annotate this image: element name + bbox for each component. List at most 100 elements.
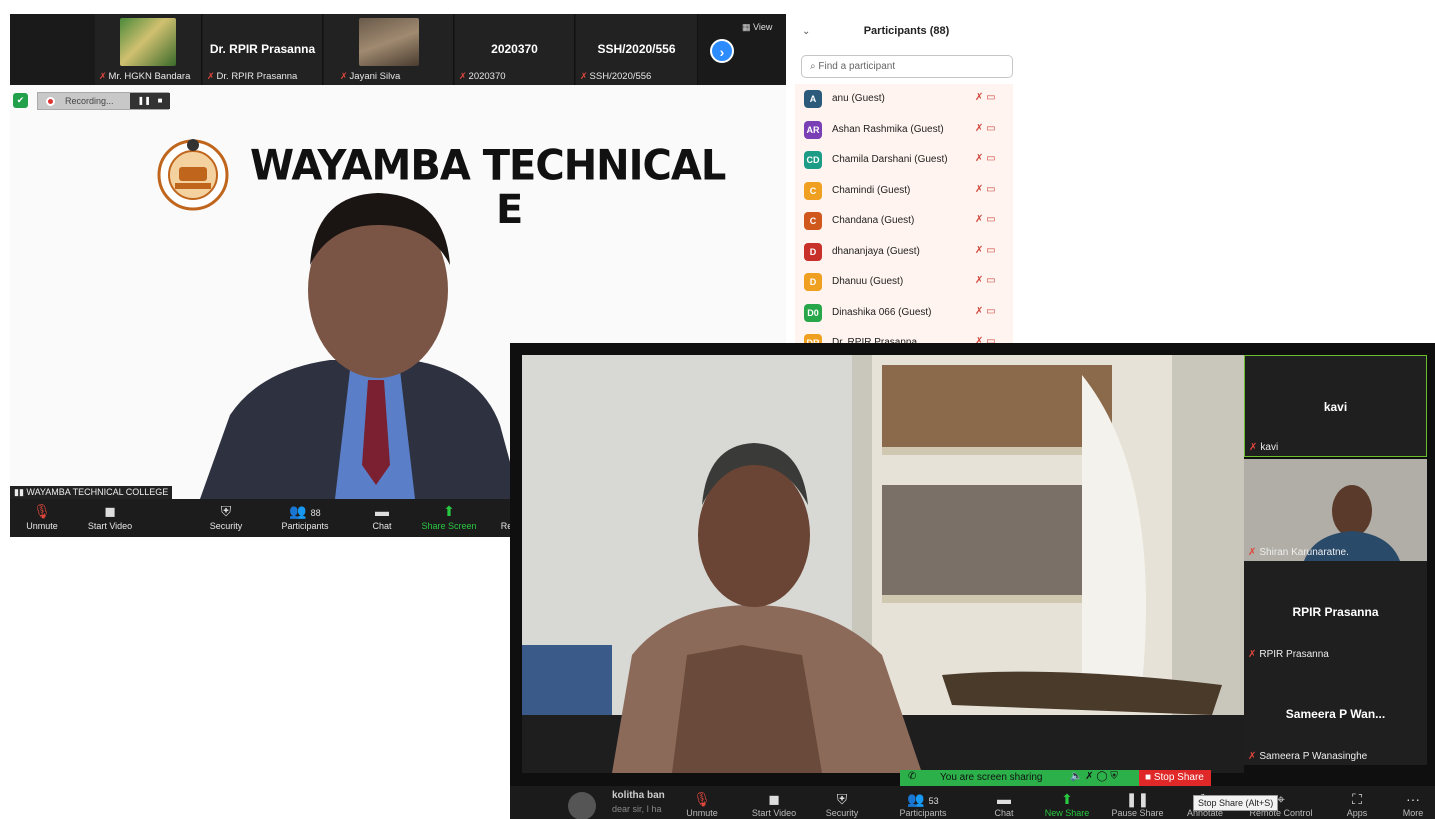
video-off-icon: ▭ (986, 153, 996, 164)
participant-name: Chamila Darshani (Guest) (832, 154, 948, 165)
view-button[interactable]: ▦ View (742, 22, 772, 33)
search-icon: ⌕ (810, 61, 816, 72)
participants-button[interactable]: 👥 53 Participants (896, 790, 950, 818)
participant-thumbnail (120, 18, 176, 66)
participant-name: dhananjaya (Guest) (832, 245, 920, 257)
tooltip: Stop Share (Alt+S) (1193, 795, 1279, 811)
participant-name: Dinashika 066 (Guest) (832, 306, 932, 318)
shield-icon: ⛨ (220, 503, 232, 519)
participant-row[interactable]: CD Chamila Darshani (Guest) ✗ ▭ (795, 145, 1013, 175)
video-off-icon: ▭ (986, 275, 996, 286)
participant-row[interactable]: Ddhananjaya (Guest) ✗ ▭ (795, 237, 1013, 267)
mic-muted-icon: ✗ (975, 122, 984, 134)
chat-button[interactable]: ▬ Chat (368, 501, 396, 531)
stop-share-button[interactable]: ■ Stop Share (1139, 770, 1211, 786)
start-video-button[interactable]: ◼ Start Video (85, 501, 135, 531)
video-off-icon: ▭ (986, 92, 996, 103)
participant-list: Aanu (Guest) ✗ ▭ AR Ashan Rashmika (Guest) ✗… (795, 84, 1013, 344)
mic-muted-icon: ✗ (1248, 751, 1257, 762)
participant-name: Chamindi (Guest) (832, 184, 911, 196)
participant-thumbnail (358, 18, 419, 66)
apps-button[interactable]: ⛶ Apps (1342, 790, 1372, 818)
sharing-status: ✆ You are screen sharing 🔈 ✗ ◯ ⛨ (900, 770, 1139, 786)
recording-controls[interactable]: ❚❚ ■ (130, 93, 170, 109)
phone-icon: ✆ (908, 771, 917, 782)
more-button[interactable]: ··· More (1398, 790, 1428, 818)
avatar: AR (804, 120, 822, 139)
participant-video (1244, 459, 1427, 561)
people-icon: 👥 88 (289, 503, 321, 519)
zoom-window-2: kavi ✗ kavi ✗ Shiran Karunaratne. RPIR Pra… (510, 343, 1435, 819)
gallery-tile[interactable]: kavi ✗ kavi (1244, 355, 1427, 457)
participant-search-input[interactable]: ⌕ Find a participant (801, 55, 1013, 78)
video-tile[interactable]: Dr. RPIR Prasanna ✗ Dr. RPIR Prasanna (203, 14, 323, 85)
mic-muted-icon: ✗ (975, 183, 984, 195)
tile-name: Sameera P Wan... (1285, 707, 1386, 721)
share-controls-icons[interactable]: 🔈 ✗ ◯ ⛨ (1070, 771, 1118, 782)
video-tile[interactable]: SSH/2020/556 ✗ SSH/2020/556 (576, 14, 698, 85)
video-off-icon: ▭ (986, 305, 996, 317)
chevron-right-icon[interactable]: › (710, 39, 734, 63)
tile-name: 2020370 (491, 42, 538, 56)
participant-name: Chandana (Guest) (832, 215, 915, 226)
mic-muted-icon: ✗ (1249, 442, 1258, 453)
new-share-button[interactable]: ⬆ New Share (1042, 790, 1092, 818)
panel-title: Participants (88) (863, 25, 950, 37)
tile-name: Dr. RPIR Prasanna (209, 42, 316, 56)
people-icon: 👥 53 (907, 791, 939, 807)
avatar: C (804, 181, 822, 200)
video-off-icon: ◼ (768, 791, 780, 807)
video-tile[interactable]: 2020370 ✗ 2020370 (455, 14, 575, 85)
pause-icon: ❚❚ (1125, 791, 1150, 807)
pause-share-button[interactable]: ❚❚ Pause Share (1110, 790, 1165, 818)
video-off-icon: ◼ (104, 503, 116, 519)
participant-row[interactable]: D Dhanuu (Guest) ✗ ▭ (795, 267, 1013, 297)
chat-button[interactable]: ▬ Chat (990, 790, 1018, 818)
unmute-button[interactable]: 🎙 Unmute (22, 501, 62, 531)
participant-row[interactable]: DR Dr. RPIR Prasanna ✗ ▭ (795, 328, 1013, 344)
apps-icon: ⛶ (1352, 791, 1362, 807)
participant-row[interactable]: Aanu (Guest) ✗ ▭ (795, 84, 1013, 114)
video-tile[interactable]: ✗ Jayani Silva (324, 14, 454, 85)
security-button[interactable]: ⛨ Security (205, 501, 247, 531)
shield-icon[interactable]: ✔ (13, 93, 28, 108)
mic-muted-icon: 🎙 (33, 503, 51, 519)
recording-indicator: Recording... ❚❚ ■ (37, 92, 170, 110)
participant-row[interactable]: C Chandana (Guest) ✗ ▭ (795, 206, 1013, 236)
tile-name: kavi (1323, 400, 1348, 414)
screen-share-bar: ✆ You are screen sharing 🔈 ✗ ◯ ⛨ ■ Stop … (900, 770, 1211, 786)
gallery-tile[interactable]: ✗ Shiran Karunaratne. (1244, 459, 1427, 561)
gallery-tile[interactable]: RPIR Prasanna ✗ RPIR Prasanna (1244, 561, 1427, 663)
mic-muted-icon: ✗ (975, 305, 984, 317)
tile-label: Dr. RPIR Prasanna (216, 71, 298, 82)
participants-panel: ⌄ Participants (88) ⌕ Find a participant… (790, 14, 1023, 344)
record-dot-icon (46, 97, 55, 106)
mic-muted-icon: ✗ (1248, 649, 1257, 660)
unmute-button[interactable]: 🎙 Unmute (682, 790, 722, 818)
mic-muted-icon: ✗ (975, 275, 984, 286)
participants-button[interactable]: 👥 88 Participants (278, 501, 332, 531)
participant-row[interactable]: D0 Dinashika 066 (Guest) ✗ ▭ (795, 298, 1013, 328)
participant-row[interactable]: AR Ashan Rashmika (Guest) ✗ ▭ (795, 115, 1013, 145)
video-off-icon: ▭ (986, 122, 996, 134)
recording-label: Recording... (65, 96, 114, 106)
chat-bubble-icon: ▬ (997, 791, 1011, 807)
panel-header: ⌄ Participants (88) (790, 14, 1023, 48)
shared-video-frame (522, 355, 1244, 773)
video-tile[interactable]: ✗ Mr. HGKN Bandara (95, 14, 202, 85)
avatar: CD (804, 151, 822, 169)
mic-muted-icon: ✗ (99, 71, 107, 81)
gallery-strip: kavi ✗ kavi ✗ Shiran Karunaratne. RPIR Pra… (1244, 355, 1427, 767)
share-screen-button[interactable]: ⬆ Share Screen (420, 501, 478, 531)
mic-muted-icon: ✗ (975, 214, 984, 225)
tile-label: Jayani Silva (349, 71, 401, 82)
share-arrow-icon: ⬆ (1061, 791, 1073, 807)
gallery-tile[interactable]: Sameera P Wan... ✗ Sameera P Wanasinghe (1244, 663, 1427, 765)
participant-row[interactable]: C Chamindi (Guest) ✗ ▭ (795, 176, 1013, 206)
tile-label: Sameera P Wanasinghe (1259, 751, 1368, 762)
security-button[interactable]: ⛨ Security (822, 790, 862, 818)
mic-muted-icon: ✗ (580, 71, 588, 81)
avatar: D (804, 242, 822, 261)
start-video-button[interactable]: ◼ Start Video (748, 790, 800, 818)
mic-muted-icon: ✗ (975, 244, 984, 256)
